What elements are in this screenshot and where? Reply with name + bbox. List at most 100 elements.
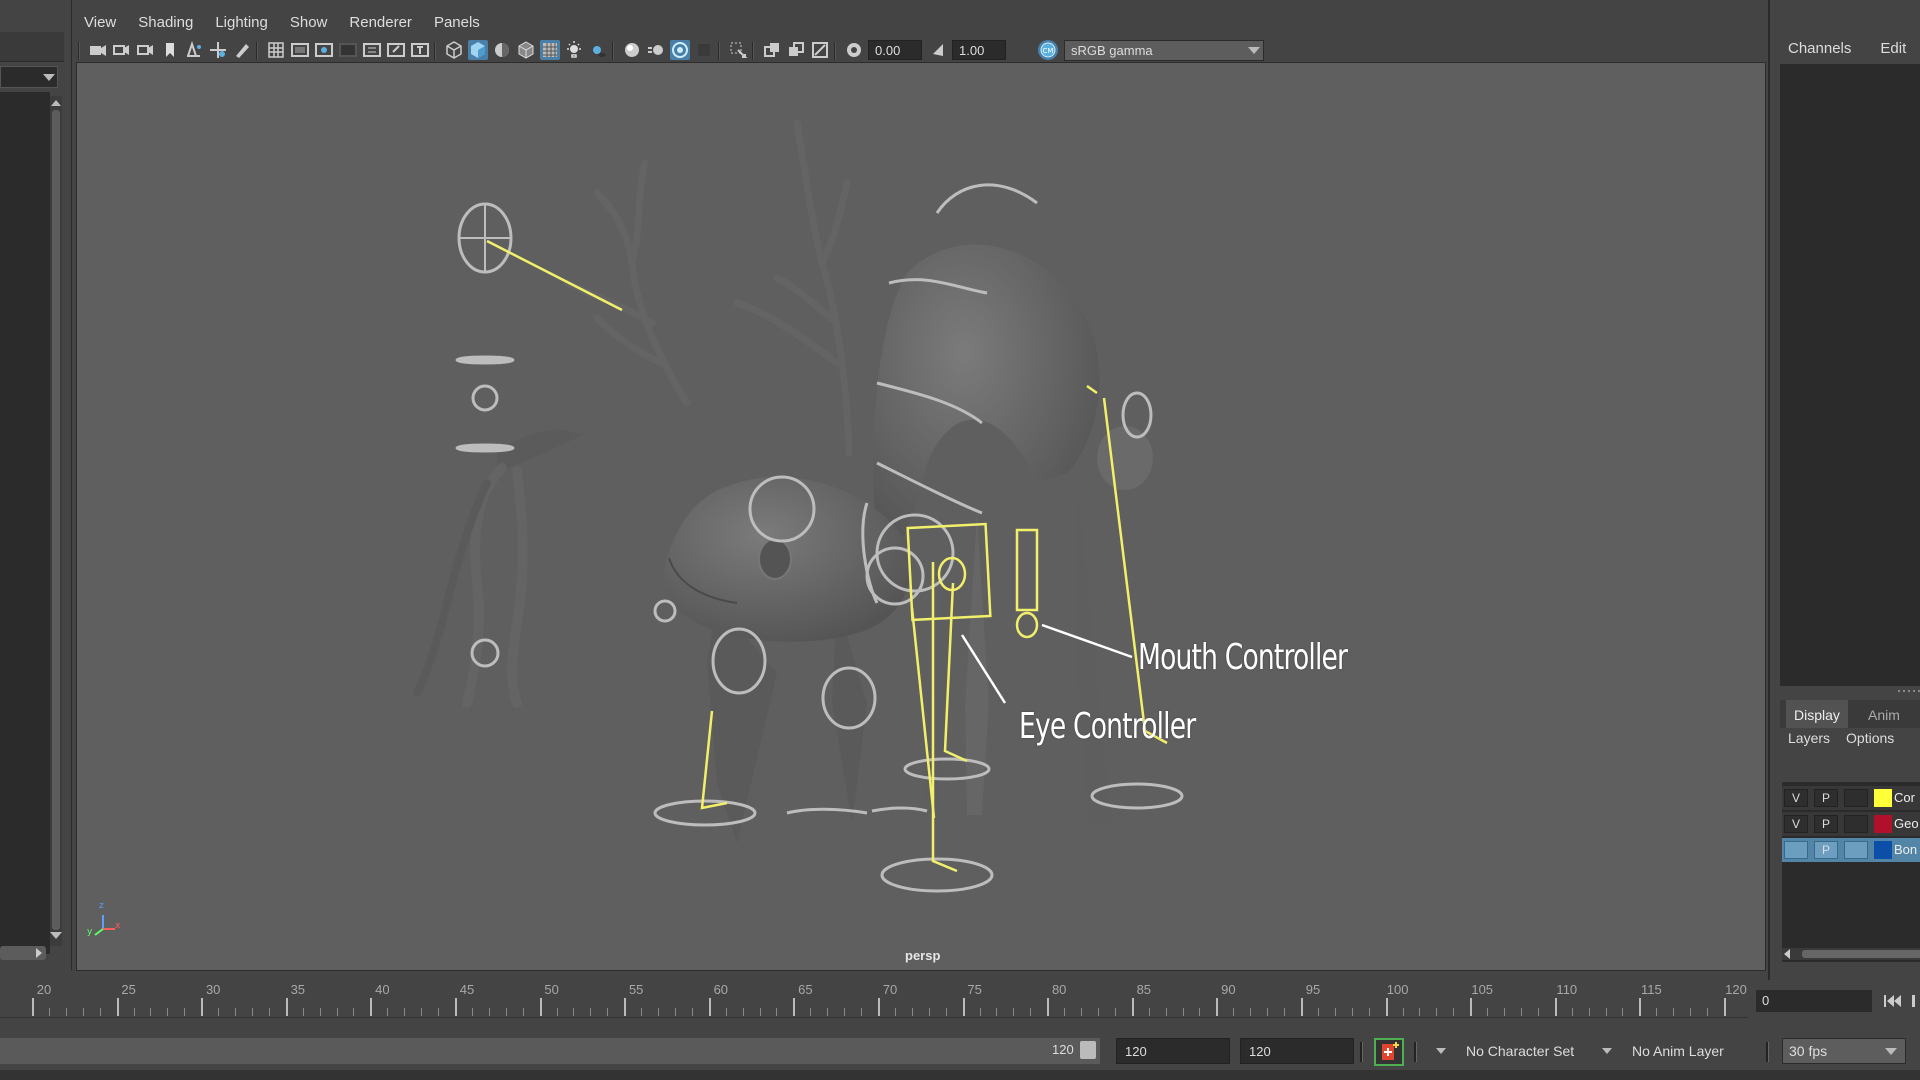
film-gate-icon[interactable]: [290, 40, 310, 60]
shadows-icon[interactable]: [588, 40, 608, 60]
isolate-select-icon[interactable]: [728, 40, 748, 60]
menu-shading[interactable]: Shading: [126, 10, 203, 34]
layer-color-swatch[interactable]: [1874, 815, 1892, 833]
tab-display[interactable]: Display: [1786, 700, 1848, 728]
outliner-list[interactable]: [0, 92, 50, 954]
layer-visibility-toggle[interactable]: V: [1784, 789, 1808, 807]
anti-aliasing-icon[interactable]: [670, 40, 690, 60]
backface-culling-icon[interactable]: [810, 40, 830, 60]
time-tick-minor: [1064, 1008, 1066, 1016]
3d-viewport[interactable]: z y x Mouth Controller Eye Controller pe…: [76, 62, 1766, 971]
xray-icon[interactable]: [540, 40, 560, 60]
outliner-filter-dropdown[interactable]: [0, 66, 58, 88]
use-default-material-icon[interactable]: [492, 40, 512, 60]
anim-layer-dropdown[interactable]: No Anim Layer: [1632, 1043, 1724, 1059]
scroll-left-icon[interactable]: [1784, 949, 1790, 959]
antler-left: [563, 159, 691, 407]
time-slider[interactable]: 20 25 30 35 40 45 50 55 60 65 70 75 80 85 90 95 100 105 11…: [0, 980, 1920, 1020]
range-end-handle[interactable]: [1080, 1041, 1096, 1059]
layer-display-type-toggle[interactable]: [1844, 815, 1868, 833]
2d-pan-zoom-icon[interactable]: [208, 40, 228, 60]
motion-blur-icon[interactable]: [646, 40, 666, 60]
animation-end-field[interactable]: 120: [1116, 1038, 1230, 1064]
time-tick-label: 80: [1051, 982, 1067, 997]
auto-key-toggle[interactable]: [1374, 1038, 1404, 1066]
time-tick-minor: [184, 1008, 186, 1016]
layer-display-type-toggle[interactable]: [1844, 841, 1868, 859]
menu-edit[interactable]: Edit: [1862, 40, 1917, 57]
xray-joints-icon[interactable]: [762, 40, 782, 60]
color-management-icon[interactable]: CM: [1038, 40, 1058, 60]
layer-color-swatch[interactable]: [1874, 841, 1892, 859]
time-tick-minor: [810, 1008, 812, 1016]
menu-view[interactable]: View: [72, 10, 126, 34]
playback-end-field[interactable]: 120: [1240, 1038, 1354, 1064]
image-plane-icon[interactable]: [184, 40, 204, 60]
xray-active-icon[interactable]: [786, 40, 806, 60]
tab-anim[interactable]: Anim: [1860, 700, 1908, 728]
time-tick-minor: [894, 1008, 896, 1016]
bookmark-icon[interactable]: [160, 40, 180, 60]
gamma-icon[interactable]: [928, 40, 948, 60]
menu-lighting[interactable]: Lighting: [203, 10, 278, 34]
resolution-gate-icon[interactable]: [314, 40, 334, 60]
menu-layers[interactable]: Layers: [1780, 730, 1838, 750]
safe-action-icon[interactable]: [386, 40, 406, 60]
playback-range-bar[interactable]: [0, 1038, 1100, 1064]
layer-row[interactable]: P Bon: [1782, 838, 1920, 862]
step-back-icon[interactable]: [1910, 992, 1920, 1010]
layer-row[interactable]: V P Cor: [1782, 786, 1920, 810]
menu-channels[interactable]: Channels: [1770, 40, 1862, 57]
chevron-down-icon[interactable]: [1602, 1048, 1612, 1054]
outliner-scroll-thumb[interactable]: [52, 110, 60, 930]
scroll-right-icon[interactable]: [36, 948, 42, 958]
gamma-field[interactable]: 1.00: [952, 40, 1006, 60]
menu-options[interactable]: Options: [1838, 730, 1902, 750]
layer-display-type-toggle[interactable]: [1844, 789, 1868, 807]
scene-render[interactable]: [77, 63, 1766, 971]
scroll-down-icon[interactable]: [50, 932, 62, 939]
time-tick-major: [201, 998, 204, 1016]
time-tick-minor: [1571, 1008, 1573, 1016]
go-to-start-icon[interactable]: [1882, 992, 1904, 1010]
channel-list[interactable]: [1780, 64, 1920, 686]
chevron-down-icon[interactable]: [1436, 1048, 1446, 1054]
time-tick-major: [539, 998, 542, 1016]
gate-mask-icon[interactable]: [338, 40, 358, 60]
layer-list-scroll-thumb[interactable]: [1802, 950, 1920, 958]
fps-dropdown[interactable]: 30 fps: [1782, 1038, 1906, 1064]
scroll-up-icon[interactable]: [51, 100, 61, 106]
character-set-dropdown[interactable]: No Character Set: [1466, 1043, 1574, 1059]
exposure-icon[interactable]: [844, 40, 864, 60]
time-tick-major: [624, 998, 627, 1016]
panel-splitter[interactable]: [1780, 686, 1920, 696]
layer-playback-toggle[interactable]: P: [1814, 841, 1838, 859]
wireframe-icon[interactable]: [444, 40, 464, 60]
camera-attributes-icon[interactable]: [112, 40, 132, 60]
time-tick-label: 120: [1725, 982, 1747, 997]
menu-panels[interactable]: Panels: [422, 10, 490, 34]
field-chart-icon[interactable]: [362, 40, 382, 60]
wireframe-on-shaded-icon[interactable]: [516, 40, 536, 60]
layer-color-swatch[interactable]: [1874, 789, 1892, 807]
time-slider-track[interactable]: 20 25 30 35 40 45 50 55 60 65 70 75 80 85 90 95 100 105 11…: [0, 980, 1750, 1020]
menu-show[interactable]: Show: [278, 10, 338, 34]
select-camera-icon[interactable]: [88, 40, 108, 60]
grease-pencil-icon[interactable]: [232, 40, 252, 60]
depth-of-field-icon[interactable]: [694, 40, 714, 60]
menu-renderer[interactable]: Renderer: [337, 10, 422, 34]
safe-title-icon[interactable]: [410, 40, 430, 60]
current-frame-field[interactable]: 0: [1756, 990, 1872, 1012]
layer-playback-toggle[interactable]: P: [1814, 815, 1838, 833]
grid-icon[interactable]: [266, 40, 286, 60]
layer-row[interactable]: V P Geo: [1782, 812, 1920, 836]
smooth-shade-icon[interactable]: [468, 40, 488, 60]
view-transform-dropdown[interactable]: sRGB gamma: [1064, 40, 1264, 61]
layer-playback-toggle[interactable]: P: [1814, 789, 1838, 807]
layer-visibility-toggle[interactable]: [1784, 841, 1808, 859]
layer-visibility-toggle[interactable]: V: [1784, 815, 1808, 833]
screen-space-ao-icon[interactable]: [622, 40, 642, 60]
camera-bookmark-icon[interactable]: [136, 40, 156, 60]
exposure-field[interactable]: 0.00: [868, 40, 922, 60]
lighting-icon[interactable]: [564, 40, 584, 60]
